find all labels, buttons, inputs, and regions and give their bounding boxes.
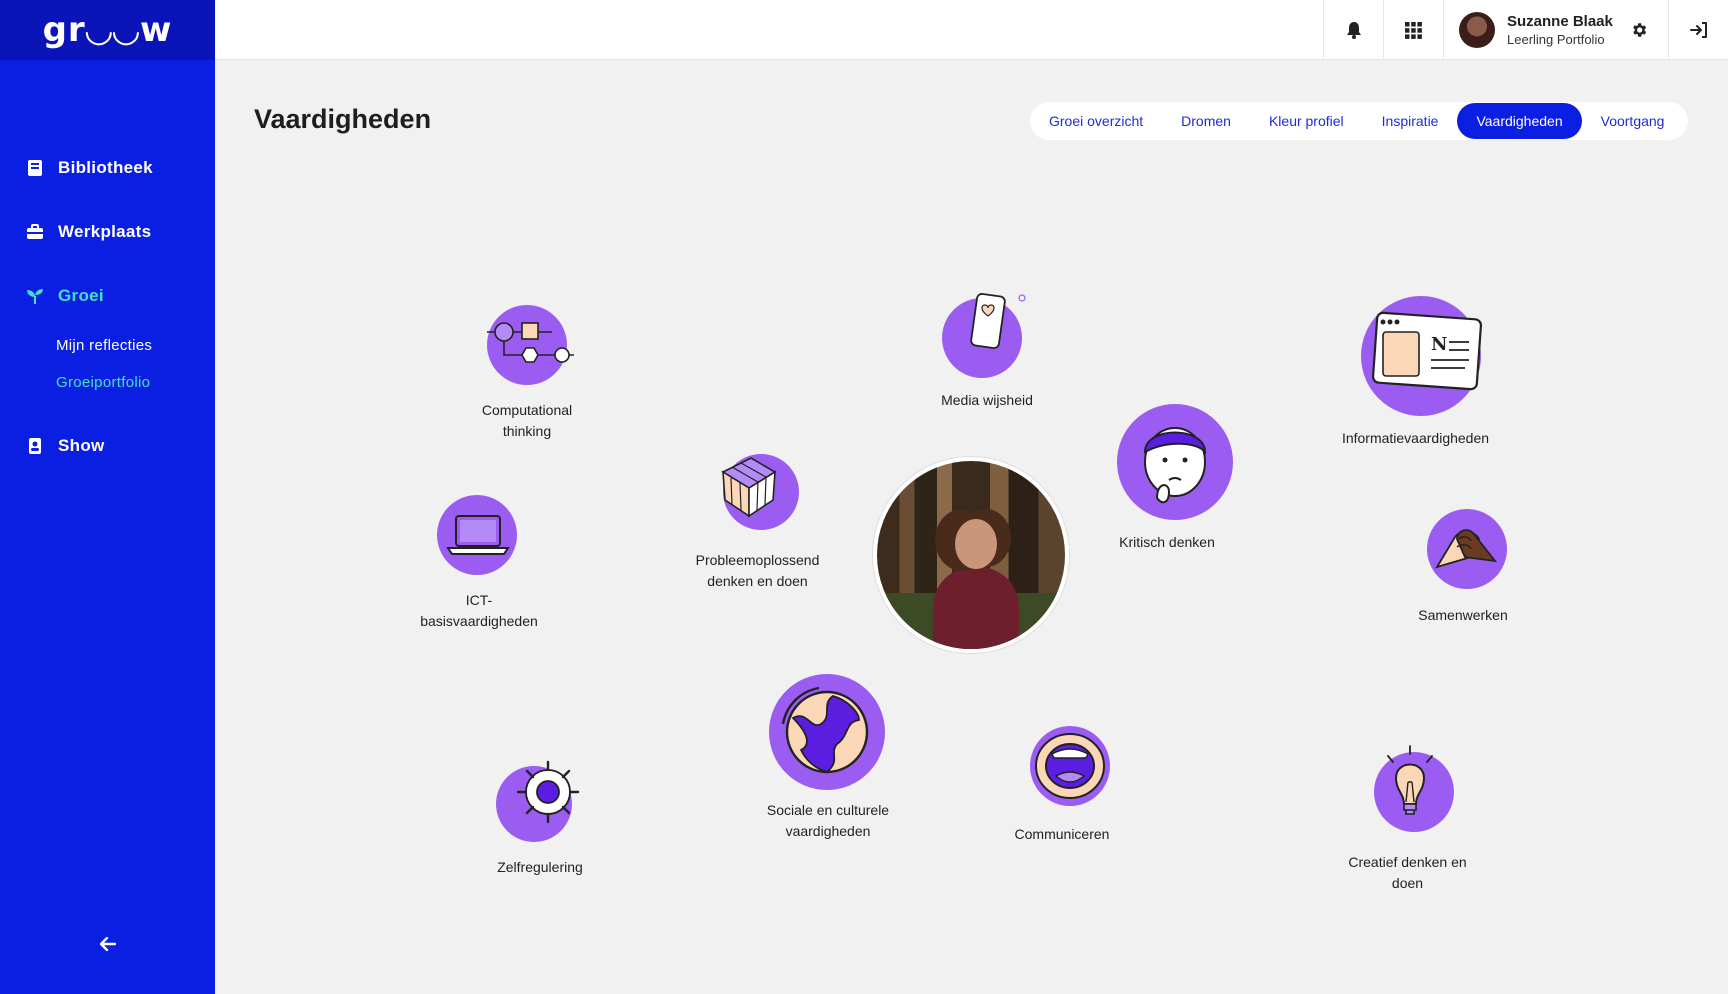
student-photo [873, 457, 1069, 653]
sub-item-mijn-reflecties[interactable]: Mijn reflecties [56, 337, 152, 354]
book-icon [26, 159, 44, 177]
nav-item-werkplaats[interactable]: Werkplaats [26, 222, 151, 242]
nav-label: Groei [58, 286, 104, 305]
skill-label: ICT-basisvaardigheden [420, 592, 538, 629]
rubiks-cube-icon [720, 454, 799, 530]
apps-grid-button[interactable] [1383, 0, 1443, 60]
skill-ict-basisvaardigheden[interactable]: ICT-basisvaardigheden [414, 490, 544, 632]
skill-label: Zelfregulering [497, 859, 583, 875]
tab-voortgang[interactable]: Voortgang [1582, 103, 1684, 139]
skill-label: Media wijsheid [941, 392, 1033, 408]
skill-zelfregulering[interactable]: Zelfregulering [475, 752, 605, 878]
groow-logo: gr◡◡w [42, 10, 173, 50]
globe-icon [769, 674, 885, 790]
skill-label: Informatievaardigheden [1341, 430, 1490, 446]
tab-dromen[interactable]: Dromen [1162, 103, 1250, 139]
svg-text:N: N [1431, 334, 1447, 355]
skill-sociale-culturele[interactable]: Sociale en culturele vaardigheden [758, 660, 898, 842]
sub-item-groeiportfolio[interactable]: Groeiportfolio [56, 374, 150, 391]
toolbox-icon [26, 223, 44, 241]
avatar [1459, 12, 1495, 48]
page-title: Vaardigheden [254, 104, 432, 134]
ship-wheel-icon [496, 760, 580, 842]
mouth-icon [1030, 726, 1110, 806]
skill-label: Communiceren [1014, 826, 1110, 842]
tab-bar: Groei overzicht Dromen Kleur profiel Ins… [1030, 102, 1688, 140]
tab-kleur-profiel[interactable]: Kleur profiel [1250, 103, 1363, 139]
nav-item-groei[interactable]: Groei [26, 286, 104, 306]
collapse-sidebar-button[interactable] [96, 932, 120, 956]
user-name: Suzanne Blaak [1507, 13, 1613, 30]
tab-vaardigheden[interactable]: Vaardigheden [1457, 103, 1582, 139]
sidebar: gr◡◡w Bibliotheek Werkplaats Groei Mijn … [0, 0, 215, 994]
handshake-icon [1427, 509, 1507, 589]
laptop-icon [437, 495, 517, 575]
nav-label: Werkplaats [58, 222, 152, 241]
skill-label: Samenwerken [1418, 607, 1508, 623]
skill-samenwerken[interactable]: Samenwerken [1398, 505, 1528, 626]
lightbulb-icon [1373, 745, 1454, 832]
flowchart-icon [487, 305, 574, 385]
nav-label: Show [58, 436, 105, 455]
skill-communiceren[interactable]: Communiceren [1002, 724, 1122, 845]
skill-informatievaardigheden[interactable]: N Informatievaardigheden [1328, 288, 1503, 449]
skill-kritisch-denken[interactable]: Kritisch denken [1097, 402, 1237, 553]
logo-area[interactable]: gr◡◡w [0, 0, 215, 60]
gear-icon [1633, 23, 1647, 37]
nav-label: Bibliotheek [58, 158, 153, 177]
thinking-face-icon [1117, 404, 1233, 520]
skill-creatief-denken[interactable]: Creatief denken en doen [1340, 742, 1475, 894]
user-role: Leerling Portfolio [1507, 32, 1605, 47]
notifications-button[interactable] [1323, 0, 1383, 60]
skill-label: Creatief denken en doen [1348, 854, 1467, 891]
newspaper-icon: N [1360, 296, 1482, 416]
skill-probleemoplossend[interactable]: Probleemoplossend denken en doen [690, 450, 825, 592]
nav-item-bibliotheek[interactable]: Bibliotheek [26, 158, 153, 178]
nav-item-show[interactable]: Show [26, 436, 105, 456]
topbar: Suzanne Blaak Leerling Portfolio [215, 0, 1728, 60]
arrow-left-icon [100, 937, 116, 951]
skill-computational-thinking[interactable]: Computational thinking [462, 300, 592, 442]
logout-button[interactable] [1668, 0, 1728, 60]
grid-icon [1405, 21, 1422, 39]
settings-button[interactable] [1609, 0, 1669, 60]
tab-inspiratie[interactable]: Inspiratie [1363, 103, 1458, 139]
sign-in-icon [1689, 22, 1707, 38]
skill-label: Kritisch denken [1119, 534, 1215, 550]
sprout-icon [26, 287, 44, 305]
skill-label: Computational thinking [481, 402, 573, 439]
user-profile[interactable]: Suzanne Blaak Leerling Portfolio [1443, 0, 1623, 60]
skill-media-wijsheid[interactable]: Media wijsheid [932, 290, 1042, 411]
bell-icon [1346, 22, 1361, 39]
smartphone-icon [942, 293, 1026, 378]
tab-groei-overzicht[interactable]: Groei overzicht [1030, 103, 1162, 139]
skill-label: Probleemoplossend denken en doen [695, 552, 820, 589]
skill-label: Sociale en culturele vaardigheden [766, 802, 890, 839]
badge-icon [26, 437, 44, 455]
